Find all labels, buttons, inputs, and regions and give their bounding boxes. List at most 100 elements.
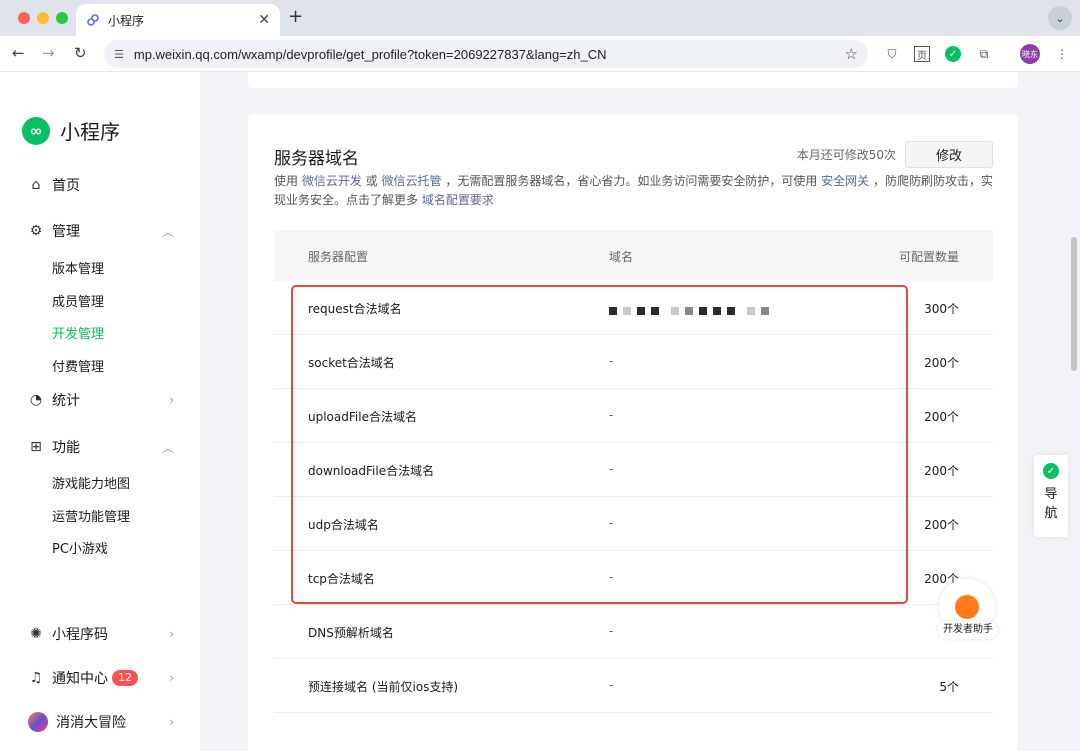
config-name: 预连接域名 (当前仅ios支持) <box>308 680 459 694</box>
table-row: 预连接域名 (当前仅ios支持) - 5个 <box>274 659 993 713</box>
sidebar-item-version[interactable]: 版本管理 <box>52 258 104 277</box>
app-name: 小程序 <box>60 120 120 144</box>
description: 使用 微信云开发 或 微信云托管 ，无需配置服务器域名，省心省力。如业务访问需要… <box>274 172 996 210</box>
config-count: 200个 <box>924 464 959 478</box>
sidebar-item-label: 管理 <box>52 224 80 240</box>
sidebar-item-label: 通知中心 <box>52 671 108 687</box>
back-button[interactable]: ← <box>12 44 25 62</box>
security-gateway-link[interactable]: 安全网关 <box>821 174 869 188</box>
qrcode-icon: ✺ <box>30 626 42 642</box>
sidebar: ∞ 小程序 ⌂ 首页 ⚙ 管理 ︿ 版本管理 成员管理 开发管理 付费管理 ◔ … <box>0 72 200 751</box>
zoom-window-button[interactable] <box>56 12 68 24</box>
sidebar-item-home[interactable]: ⌂ 首页 <box>28 175 174 195</box>
desc-text: 或 <box>361 174 382 188</box>
extensions-puzzle-icon[interactable]: ⧉ <box>976 46 992 62</box>
chevron-right-icon: › <box>169 393 174 407</box>
domain-value: - <box>609 678 614 692</box>
config-count: 300个 <box>924 302 959 316</box>
chevron-right-icon: › <box>169 715 174 729</box>
grid-icon: ⊞ <box>30 439 42 455</box>
browser-tab[interactable]: 小程序 ✕ <box>76 4 280 36</box>
column-header: 可配置数量 <box>898 250 959 264</box>
sidebar-item-notify[interactable]: ♫ 通知中心 12 › <box>28 668 174 688</box>
previous-card <box>248 72 1018 88</box>
sidebar-item-label: 消消大冒险 <box>56 715 126 731</box>
tab-title: 小程序 <box>108 13 145 28</box>
cloud-hosting-link[interactable]: 微信云托管 <box>381 174 441 188</box>
column-header: 域名 <box>609 250 634 264</box>
sidebar-item-label: 小程序码 <box>52 627 108 643</box>
guide-check-icon: ✓ <box>1043 463 1059 479</box>
wechat-extension-icon[interactable]: ✓ <box>945 46 961 62</box>
config-count: 5个 <box>939 680 959 694</box>
dev-helper-label: 开发者助手 <box>938 621 998 639</box>
page-extension-icon[interactable]: 页 <box>914 46 930 62</box>
sidebar-item-features[interactable]: ⊞ 功能 ︿ <box>28 437 174 457</box>
account-avatar <box>28 712 48 732</box>
sidebar-item-account[interactable]: 消消大冒险 › <box>28 712 174 732</box>
url-text[interactable]: mp.weixin.qq.com/wxamp/devprofile/get_pr… <box>134 47 845 62</box>
sidebar-item-game-map[interactable]: 游戏能力地图 <box>52 473 130 492</box>
guide-nav-tab[interactable]: ✓ 导 航 <box>1034 455 1068 537</box>
domain-value: - <box>609 624 614 638</box>
profile-avatar[interactable]: 晓东 <box>1020 44 1040 64</box>
new-tab-button[interactable]: + <box>288 6 303 27</box>
bookmark-star-icon[interactable]: ☆ <box>845 45 858 63</box>
pie-chart-icon: ◔ <box>29 392 43 408</box>
address-bar[interactable]: ☰ mp.weixin.qq.com/wxamp/devprofile/get_… <box>104 40 868 68</box>
browser-toolbar: ← → ↻ ☰ mp.weixin.qq.com/wxamp/devprofil… <box>0 36 1080 72</box>
app-logo[interactable]: ∞ 小程序 <box>22 116 120 145</box>
section-title: 服务器域名 <box>274 149 359 169</box>
tab-search-button[interactable]: ⌄ <box>1048 6 1072 30</box>
sidebar-item-dev-manage[interactable]: 开发管理 <box>52 323 104 342</box>
sidebar-item-label: 首页 <box>52 178 80 194</box>
sidebar-item-stats[interactable]: ◔ 统计 › <box>28 390 174 410</box>
notify-count-badge: 12 <box>112 670 138 686</box>
cloud-dev-link[interactable]: 微信云开发 <box>302 174 362 188</box>
page-content: ∞ 小程序 ⌂ 首页 ⚙ 管理 ︿ 版本管理 成员管理 开发管理 付费管理 ◔ … <box>0 72 1080 751</box>
quota-text: 本月还可修改50次 <box>796 148 896 162</box>
close-window-button[interactable] <box>18 12 30 24</box>
dev-helper-button[interactable]: 开发者助手 <box>936 579 998 641</box>
chevron-up-icon: ︿ <box>161 440 174 455</box>
sidebar-item-manage[interactable]: ⚙ 管理 ︿ <box>28 221 174 241</box>
miniprogram-favicon-icon <box>87 14 99 26</box>
page-scrollbar[interactable] <box>1071 237 1077 371</box>
column-header: 服务器配置 <box>308 250 369 264</box>
guide-label: 导 <box>1044 487 1058 502</box>
sidebar-item-operations[interactable]: 运营功能管理 <box>52 506 130 525</box>
guide-label: 航 <box>1044 506 1058 521</box>
chevron-right-icon: › <box>169 627 174 641</box>
domain-requirements-link[interactable]: 域名配置要求 <box>422 193 494 207</box>
forward-button[interactable]: → <box>42 44 55 62</box>
site-settings-icon[interactable]: ☰ <box>114 48 124 61</box>
browser-menu-icon[interactable]: ⋮ <box>1054 46 1070 62</box>
highlight-annotation-box <box>291 285 908 604</box>
manage-icon: ⚙ <box>29 223 43 239</box>
edit-button[interactable]: 修改 <box>905 141 993 168</box>
config-count: 200个 <box>924 518 959 532</box>
sidebar-item-label: 统计 <box>52 393 80 409</box>
config-count: 200个 <box>924 356 959 370</box>
sidebar-item-qrcode[interactable]: ✺ 小程序码 › <box>28 624 174 644</box>
chevron-up-icon: ︿ <box>161 224 174 239</box>
home-icon: ⌂ <box>31 177 41 193</box>
config-count: 200个 <box>924 410 959 424</box>
tab-close-icon[interactable]: ✕ <box>258 12 270 28</box>
chevron-right-icon: › <box>169 671 174 685</box>
miniprogram-logo-icon: ∞ <box>22 116 50 145</box>
minimize-window-button[interactable] <box>37 12 49 24</box>
sidebar-item-payment[interactable]: 付费管理 <box>52 356 104 375</box>
bell-icon: ♫ <box>29 670 43 686</box>
desc-text: 使用 <box>274 174 302 188</box>
reload-button[interactable]: ↻ <box>74 44 87 62</box>
sidebar-item-label: 功能 <box>52 440 80 456</box>
config-name: DNS预解析域名 <box>308 626 394 640</box>
table-row: DNS预解析域名 - <box>274 605 993 659</box>
sidebar-item-members[interactable]: 成员管理 <box>52 291 104 310</box>
browser-tab-bar: 小程序 ✕ + ⌄ <box>0 0 1080 36</box>
desc-text: ，无需配置服务器域名，省心省力。如业务访问需要安全防护，可使用 <box>441 174 822 188</box>
shield-extension-icon[interactable]: ⛉ <box>884 46 900 62</box>
sidebar-item-pc-game[interactable]: PC小游戏 <box>52 538 108 557</box>
table-header: 服务器配置 域名 可配置数量 <box>274 230 993 281</box>
